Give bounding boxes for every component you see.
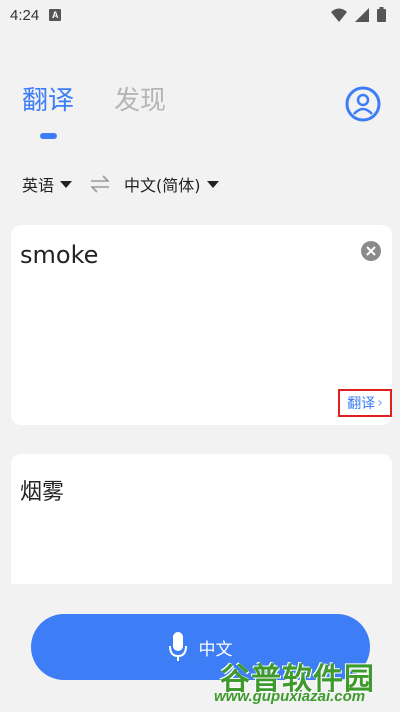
status-bar: 4:24 A [0, 0, 400, 30]
notification-icon: A [49, 9, 62, 21]
clear-icon[interactable] [360, 240, 382, 262]
tab-translate[interactable]: 翻译 [22, 84, 74, 118]
active-tab-indicator [40, 133, 57, 139]
watermark-url: www.gupuxiazai.com [214, 688, 366, 705]
translate-button-label: 翻译 [347, 396, 376, 412]
chevron-right-icon: › [377, 395, 383, 411]
caret-down-icon [60, 180, 73, 188]
watermark: 谷普软件园 www.gupuxiazai.com [214, 654, 394, 710]
wifi-icon [331, 8, 347, 22]
target-language-label: 中文(简体) [124, 176, 201, 195]
microphone-icon [168, 632, 187, 661]
tab-discover[interactable]: 发现 [114, 84, 166, 118]
input-text[interactable]: smoke [20, 241, 98, 269]
translate-button[interactable]: 翻译 › [338, 389, 392, 417]
target-language-select[interactable]: 中文(简体) [124, 172, 219, 196]
battery-icon [377, 7, 386, 22]
swap-languages-icon[interactable] [89, 173, 111, 195]
source-language-select[interactable]: 英语 [22, 172, 73, 196]
input-card[interactable]: smoke 翻译 › [11, 225, 392, 425]
status-time: 4:24 [10, 6, 40, 24]
account-icon[interactable] [345, 86, 381, 122]
output-card: 烟雾 [11, 454, 392, 584]
status-icons [331, 7, 386, 22]
caret-down-icon [206, 180, 219, 188]
output-text: 烟雾 [20, 480, 65, 505]
signal-icon [355, 7, 369, 22]
source-language-label: 英语 [22, 176, 55, 195]
